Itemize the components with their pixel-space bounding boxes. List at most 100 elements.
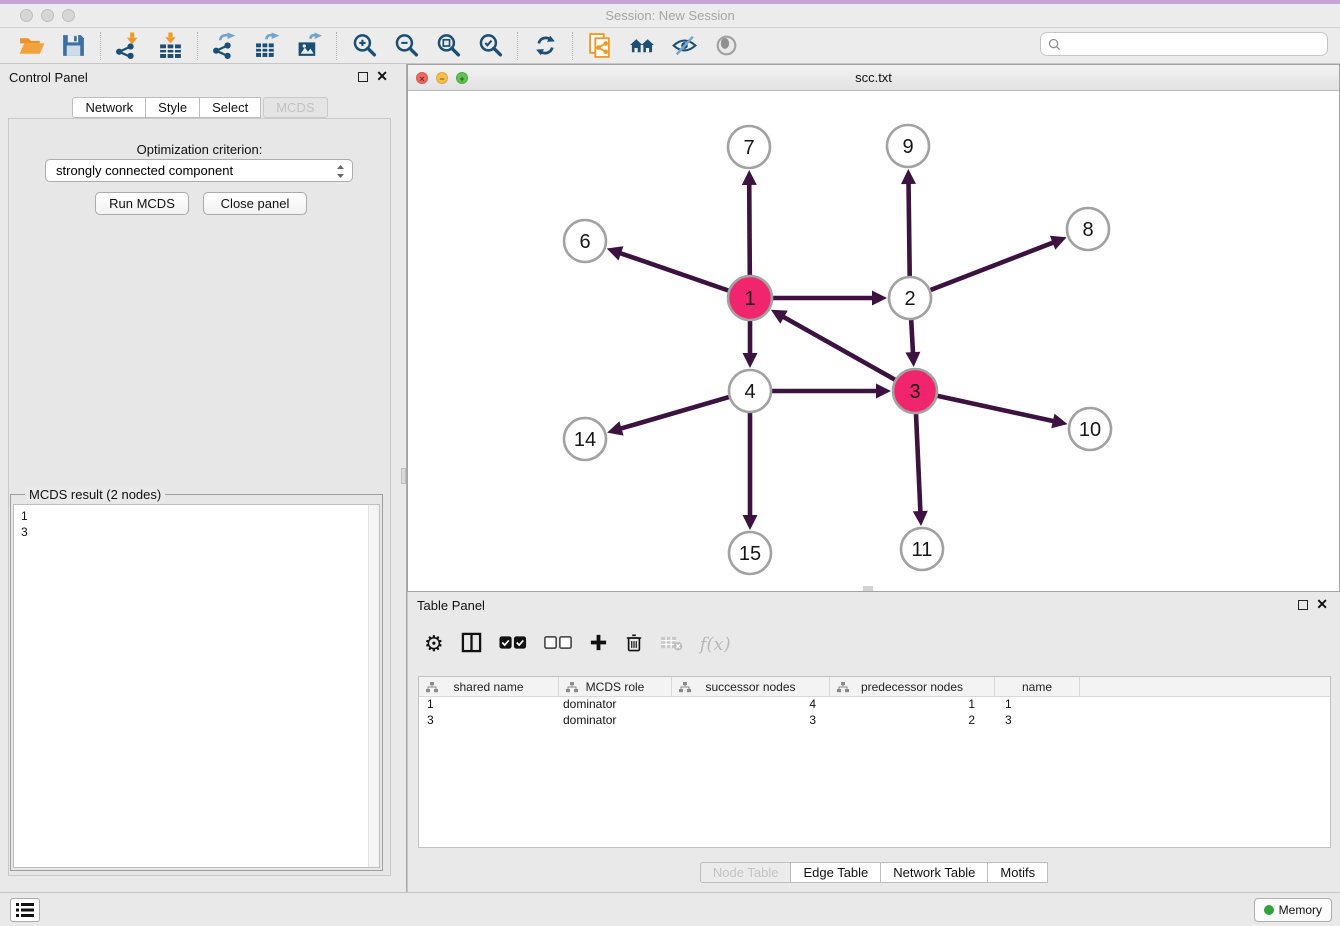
- table-cell[interactable]: 3: [419, 713, 559, 729]
- table-cell[interactable]: dominator: [559, 713, 672, 729]
- memory-button[interactable]: Memory: [1254, 898, 1332, 922]
- column-header-shared-name[interactable]: shared name: [419, 677, 559, 696]
- hide-selected-button[interactable]: [663, 30, 705, 62]
- close-table-panel-icon[interactable]: ✕: [1316, 596, 1328, 612]
- graph-node-11[interactable]: 11: [901, 528, 943, 570]
- deselect-all-button[interactable]: [544, 629, 572, 659]
- zoom-in-icon: [351, 32, 378, 59]
- edge-4-14[interactable]: [607, 397, 729, 436]
- table-cell[interactable]: dominator: [559, 697, 672, 713]
- zoom-in-button[interactable]: [343, 30, 385, 62]
- tab-motifs[interactable]: Motifs: [988, 862, 1048, 883]
- network-from-selection-button[interactable]: [579, 30, 621, 62]
- graph-node-15[interactable]: 15: [729, 532, 771, 574]
- column-header-name[interactable]: name: [995, 677, 1080, 696]
- edge-3-11[interactable]: [913, 414, 928, 526]
- table-cell[interactable]: 1: [419, 697, 559, 713]
- graph-node-6[interactable]: 6: [564, 220, 606, 262]
- table-cell[interactable]: 1: [995, 697, 1080, 713]
- network-canvas[interactable]: 1 2 3 4 6 7 8 9 10 11 14 15: [408, 91, 1339, 591]
- open-folder-button[interactable]: [10, 30, 52, 62]
- tab-node-table[interactable]: Node Table: [700, 862, 792, 883]
- table-row[interactable]: 3dominator323: [419, 713, 1330, 729]
- fx-button[interactable]: f(x): [700, 629, 731, 659]
- edge-2-8[interactable]: [931, 236, 1067, 290]
- graph-node-2[interactable]: 2: [889, 277, 931, 319]
- table-cell[interactable]: 4: [672, 697, 830, 713]
- table-cell[interactable]: 3: [995, 713, 1080, 729]
- divider-grabber[interactable]: [401, 468, 406, 484]
- tab-network-table[interactable]: Network Table: [881, 862, 988, 883]
- select-all-button[interactable]: [499, 629, 527, 659]
- edge-4-15[interactable]: [743, 413, 758, 530]
- settings-button[interactable]: ⚙: [424, 629, 444, 659]
- close-panel-icon[interactable]: ✕: [376, 68, 388, 84]
- first-neighbors-button[interactable]: [621, 30, 663, 62]
- graph-node-1[interactable]: 1: [728, 276, 772, 320]
- refresh-button[interactable]: [524, 30, 566, 62]
- edge-4-3[interactable]: [772, 384, 891, 399]
- graph-node-9[interactable]: 9: [887, 125, 929, 167]
- edge-1-6[interactable]: [607, 246, 729, 290]
- task-history-button[interactable]: [10, 898, 40, 922]
- edge-2-3[interactable]: [905, 320, 920, 367]
- column-header-MCDS-role[interactable]: MCDS role: [559, 677, 672, 696]
- add-button[interactable]: [589, 629, 608, 659]
- list-icon: [16, 903, 34, 917]
- edge-1-7[interactable]: [742, 170, 757, 275]
- save-button[interactable]: [52, 30, 94, 62]
- network-window-titlebar[interactable]: × − + scc.txt: [408, 65, 1339, 91]
- tab-mcds[interactable]: MCDS: [263, 97, 327, 118]
- search-input[interactable]: [1066, 37, 1320, 51]
- panel-split-divider[interactable]: [400, 64, 407, 892]
- run-mcds-button[interactable]: Run MCDS: [95, 192, 189, 215]
- graph-node-7[interactable]: 7: [728, 126, 770, 168]
- float-table-panel-icon[interactable]: [1298, 600, 1308, 610]
- table-cell[interactable]: 2: [830, 713, 995, 729]
- edge-2-9[interactable]: [901, 169, 916, 276]
- graph-node-3[interactable]: 3: [893, 369, 937, 413]
- mcds-result-textarea[interactable]: 13: [13, 504, 380, 868]
- export-table-button[interactable]: [246, 30, 288, 62]
- zoom-selected-button[interactable]: [469, 30, 511, 62]
- tab-style[interactable]: Style: [146, 97, 200, 118]
- graph-node-10[interactable]: 10: [1069, 408, 1111, 450]
- node-label: 8: [1082, 219, 1093, 241]
- show-all-button[interactable]: [705, 30, 747, 62]
- edge-1-4[interactable]: [743, 321, 758, 368]
- horizontal-split-grabber[interactable]: [863, 586, 873, 591]
- edge-3-1[interactable]: [771, 310, 895, 380]
- float-panel-icon[interactable]: [358, 72, 368, 82]
- delete-button[interactable]: [625, 629, 643, 659]
- graph-node-4[interactable]: 4: [729, 370, 771, 412]
- import-network-icon: [115, 32, 142, 59]
- import-table-button[interactable]: [149, 30, 191, 62]
- search-box[interactable]: [1040, 32, 1328, 56]
- graph-node-14[interactable]: 14: [564, 418, 606, 460]
- table-cell[interactable]: 3: [672, 713, 830, 729]
- tab-edge-table[interactable]: Edge Table: [791, 862, 881, 883]
- criterion-select[interactable]: strongly connected component: [45, 159, 353, 182]
- mcds-result-node: 1: [21, 508, 379, 524]
- column-header-predecessor-nodes[interactable]: predecessor nodes: [830, 677, 995, 696]
- tab-network[interactable]: Network: [72, 97, 146, 118]
- graph-node-8[interactable]: 8: [1067, 208, 1109, 250]
- export-network-button[interactable]: [204, 30, 246, 62]
- edge-1-2[interactable]: [773, 291, 887, 306]
- close-panel-button[interactable]: Close panel: [203, 192, 307, 215]
- result-scrollbar[interactable]: [368, 505, 379, 867]
- edge-3-10[interactable]: [938, 396, 1068, 428]
- delete-table-button[interactable]: [660, 629, 683, 659]
- import-network-button[interactable]: [107, 30, 149, 62]
- table-row[interactable]: 1dominator411: [419, 697, 1330, 713]
- settings-icon: ⚙: [424, 633, 444, 655]
- column-label: predecessor nodes: [861, 680, 963, 694]
- export-image-button[interactable]: [288, 30, 330, 62]
- zoom-out-button[interactable]: [385, 30, 427, 62]
- tab-select[interactable]: Select: [200, 97, 261, 118]
- columns-button[interactable]: [461, 629, 482, 659]
- zoom-fit-button[interactable]: [427, 30, 469, 62]
- table-cell[interactable]: 1: [830, 697, 995, 713]
- zoom-fit-icon: [435, 32, 462, 59]
- column-header-successor-nodes[interactable]: successor nodes: [672, 677, 830, 696]
